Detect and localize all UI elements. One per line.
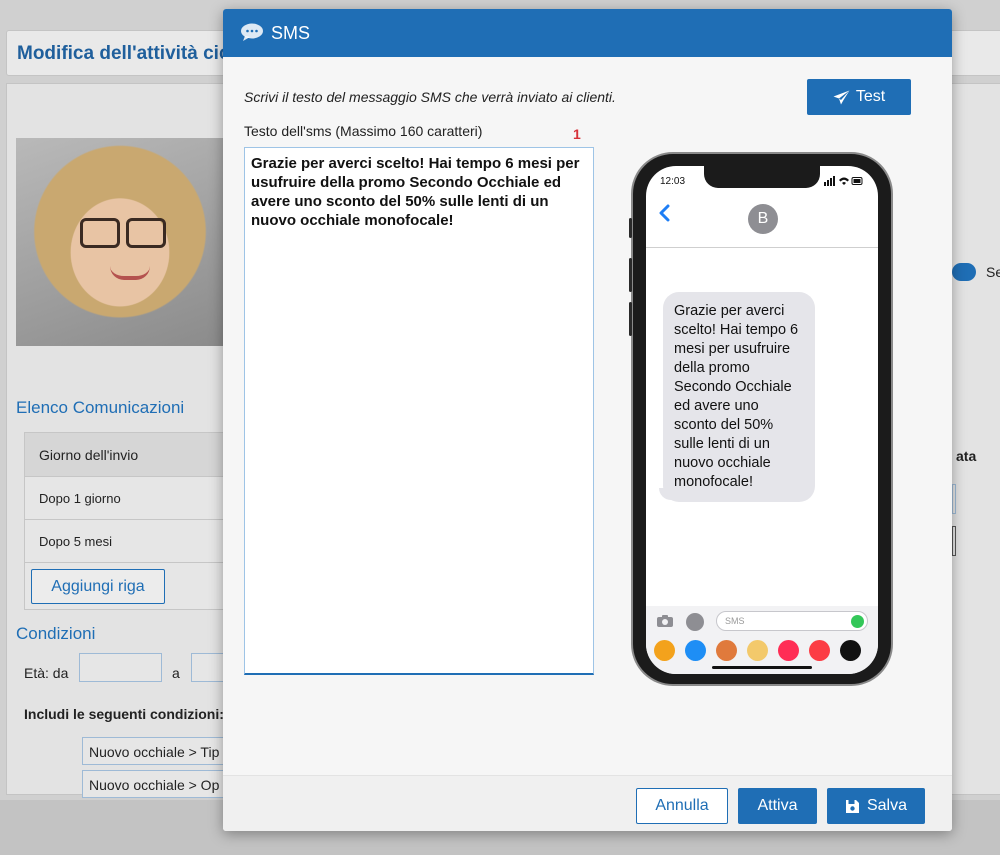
save-button-label: Salva — [866, 797, 908, 814]
music-app-icon[interactable] — [809, 640, 830, 661]
test-button[interactable]: Test — [807, 79, 911, 115]
communications-heading: Elenco Comunicazioni — [16, 398, 185, 417]
send-arrow-icon[interactable] — [851, 615, 864, 628]
age-from-label: Età: da — [24, 665, 69, 681]
sms-text-label: Testo dell'sms (Massimo 160 caratteri) — [244, 123, 483, 139]
app-drawer — [654, 640, 861, 661]
add-row-button[interactable]: Aggiungi riga — [31, 569, 165, 604]
photo-smile — [110, 266, 150, 280]
appstore-icon[interactable] — [686, 613, 704, 631]
send-plane-icon — [833, 90, 850, 104]
photos-app-icon[interactable] — [654, 640, 675, 661]
appstore-app-icon[interactable] — [685, 640, 706, 661]
phone-screen: 12:03 B Grazie per averci scelto! Hai te… — [646, 166, 878, 674]
toggle-switch[interactable] — [952, 263, 976, 281]
sms-modal: SMS Scrivi il testo del messaggio SMS ch… — [223, 9, 952, 831]
memoji-app-icon[interactable] — [716, 640, 737, 661]
test-button-label: Test — [855, 88, 886, 105]
status-icons — [824, 176, 863, 186]
campaign-photo — [16, 138, 224, 346]
message-bubble: Grazie per averci scelto! Hai tempo 6 me… — [663, 292, 815, 502]
photo-glasses — [80, 218, 166, 248]
cancel-button[interactable]: Annulla — [636, 788, 728, 824]
instructions-text: Scrivi il testo del messaggio SMS che ve… — [244, 89, 616, 105]
right-field[interactable] — [952, 526, 956, 556]
conditions-heading: Condizioni — [16, 624, 96, 643]
activate-button[interactable]: Attiva — [738, 788, 817, 824]
phone-preview: 12:03 B Grazie per averci scelto! Hai te… — [629, 152, 893, 686]
table-row[interactable]: Dopo 5 mesi — [25, 520, 223, 563]
floppy-disk-icon — [845, 799, 859, 813]
condition-chip[interactable]: Nuovo occhiale > Op — [82, 770, 227, 798]
phone-notch — [704, 166, 820, 188]
digital-touch-app-icon[interactable] — [840, 640, 861, 661]
camera-icon[interactable] — [656, 614, 674, 628]
message-bubble-tail — [659, 488, 673, 500]
age-from-input[interactable] — [79, 653, 162, 682]
sms-textarea[interactable]: Grazie per averci scelto! Hai tempo 6 me… — [244, 147, 594, 675]
sms-input-field[interactable]: SMS — [716, 611, 868, 631]
modal-header: SMS — [223, 9, 952, 57]
condition-chip[interactable]: Nuovo occhiale > Tip — [82, 737, 227, 765]
toggle-label: Se — [986, 264, 1000, 280]
modal-title: SMS — [271, 23, 311, 43]
home-indicator — [712, 666, 812, 669]
character-counter: 1 — [573, 126, 581, 142]
message-input-bar: SMS — [646, 606, 878, 674]
page-title: Modifica dell'attività cicli — [17, 43, 241, 64]
phone-volume-up — [629, 258, 632, 292]
sms-input-placeholder: SMS — [725, 616, 745, 626]
phone-volume-down — [629, 302, 632, 336]
phone-mute-switch — [629, 218, 632, 238]
include-conditions-label: Includi le seguenti condizioni: — [24, 706, 224, 722]
right-field[interactable] — [952, 484, 956, 514]
right-column-header: ata — [956, 448, 977, 464]
search-images-app-icon[interactable] — [778, 640, 799, 661]
contact-avatar: B — [748, 204, 778, 234]
screen-divider — [646, 247, 878, 248]
animoji-app-icon[interactable] — [747, 640, 768, 661]
save-button[interactable]: Salva — [827, 788, 925, 824]
table-header: Giorno dell'invio — [25, 433, 223, 477]
status-time: 12:03 — [660, 176, 686, 187]
modal-footer: Annulla Attiva Salva — [223, 775, 952, 831]
table-row[interactable]: Dopo 1 giorno — [25, 477, 223, 520]
chat-bubble-icon — [241, 23, 263, 41]
back-chevron-icon[interactable] — [658, 204, 670, 222]
age-to-label: a — [172, 665, 180, 681]
